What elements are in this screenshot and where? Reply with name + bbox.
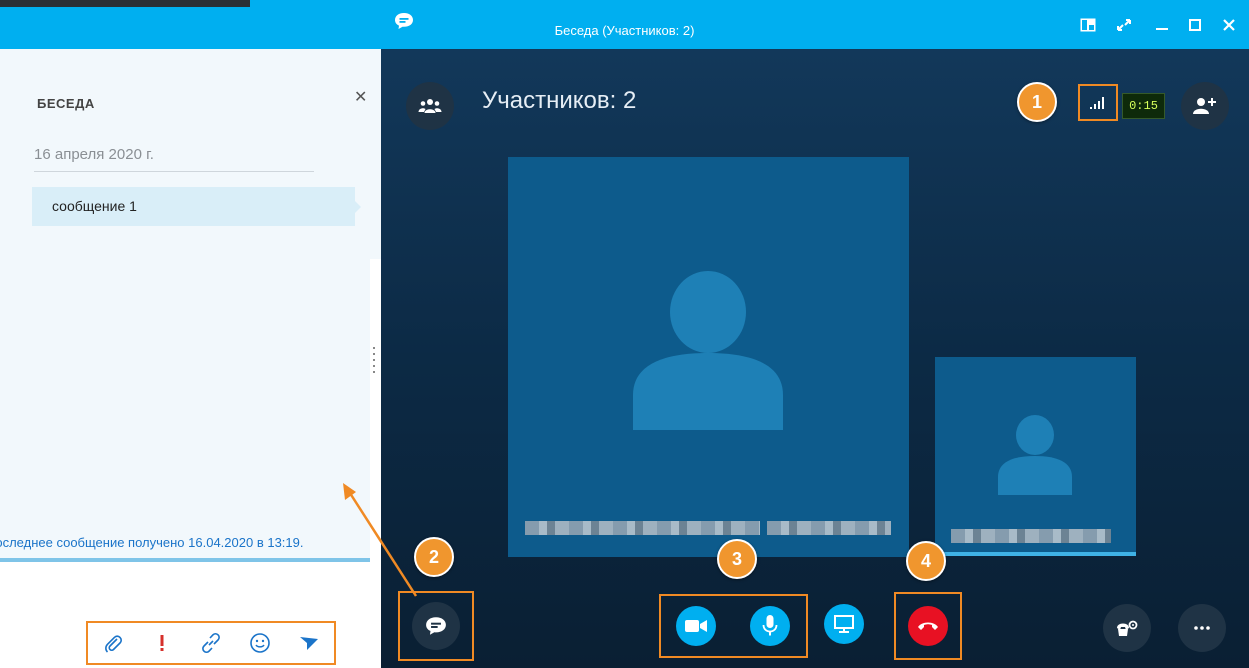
important-icon <box>160 635 164 651</box>
hang-up-button[interactable] <box>908 606 948 646</box>
attach-icon <box>104 635 122 653</box>
call-area: Участников: 2 0:15 <box>381 49 1249 668</box>
add-person-icon <box>1193 98 1216 114</box>
chat-heading: БЕСЕДА <box>37 96 95 111</box>
chat-bubble-icon <box>395 13 413 29</box>
chat-panel: БЕСЕДА ✕ 16 апреля 2020 г. сообщение 1 П… <box>0 49 381 668</box>
chat-close-button[interactable]: ✕ <box>354 87 367 106</box>
dialpad-icon <box>1117 620 1138 636</box>
annotation-badge-2: 2 <box>414 537 454 577</box>
fullscreen-button[interactable] <box>1111 14 1137 36</box>
window-title: Беседа (Участников: 2) <box>554 23 695 38</box>
pip-button[interactable] <box>1075 14 1101 36</box>
chat-date: 16 апреля 2020 г. <box>34 146 154 163</box>
call-controls-button[interactable] <box>1103 604 1151 652</box>
active-speaker-bar <box>935 552 1136 556</box>
annotation-badge-1: 1 <box>1017 82 1057 122</box>
date-divider <box>34 171 314 172</box>
chat-message[interactable]: сообщение 1 <box>32 187 361 226</box>
link-button[interactable] <box>198 630 224 656</box>
chat-history[interactable] <box>0 259 370 559</box>
maximize-button[interactable] <box>1182 14 1208 36</box>
hangup-icon <box>918 622 938 630</box>
input-separator <box>0 558 370 562</box>
share-screen-button[interactable] <box>824 604 864 644</box>
show-chat-button[interactable] <box>412 602 460 650</box>
minimize-button[interactable] <box>1149 14 1175 36</box>
emoji-icon <box>250 633 270 653</box>
call-timer: 0:15 <box>1122 93 1165 119</box>
participant-video-self[interactable] <box>935 357 1136 552</box>
last-message-status: Последнее сообщение получено 16.04.2020 … <box>0 535 304 550</box>
important-button[interactable] <box>149 630 175 656</box>
annotation-badge-3: 3 <box>717 539 757 579</box>
avatar-placeholder-icon <box>998 415 1072 495</box>
emoji-button[interactable] <box>247 630 273 656</box>
avatar-placeholder-icon <box>633 271 783 430</box>
call-quality-indicator[interactable] <box>1078 84 1118 121</box>
maximize-icon <box>1189 19 1201 31</box>
send-icon <box>300 637 319 650</box>
send-button[interactable] <box>296 630 322 656</box>
av-controls-highlight <box>659 594 808 658</box>
chat-bubble-icon <box>426 617 446 635</box>
chat-toggle-highlight <box>398 591 474 661</box>
attach-button[interactable] <box>100 630 126 656</box>
screen-share-icon <box>834 615 854 633</box>
self-name-blurred <box>951 529 1111 543</box>
video-icon <box>685 620 707 632</box>
participants-title: Участников: 2 <box>482 87 637 114</box>
title-bar: Беседа (Участников: 2) <box>0 0 1249 49</box>
video-toggle-button[interactable] <box>676 606 716 646</box>
more-icon <box>1194 626 1210 630</box>
close-window-button[interactable] <box>1216 14 1242 36</box>
more-options-button[interactable] <box>1178 604 1226 652</box>
annotation-badge-4: 4 <box>906 541 946 581</box>
expand-icon <box>1117 19 1131 31</box>
hangup-highlight <box>894 592 962 660</box>
participant-video-main[interactable] <box>508 157 909 557</box>
link-icon <box>202 632 220 654</box>
mic-icon <box>762 615 778 636</box>
minimize-icon <box>1156 28 1168 30</box>
pip-icon <box>1080 18 1096 32</box>
chat-toolbar <box>86 621 336 665</box>
participants-button[interactable] <box>406 82 454 130</box>
close-icon <box>1223 19 1235 31</box>
mic-toggle-button[interactable] <box>750 606 790 646</box>
participant-name-blurred-2 <box>767 521 891 535</box>
participant-name-blurred <box>525 521 760 535</box>
participants-icon <box>418 99 442 113</box>
add-participant-button[interactable] <box>1181 82 1229 130</box>
resize-handle[interactable] <box>372 347 376 377</box>
signal-icon <box>1090 96 1104 109</box>
